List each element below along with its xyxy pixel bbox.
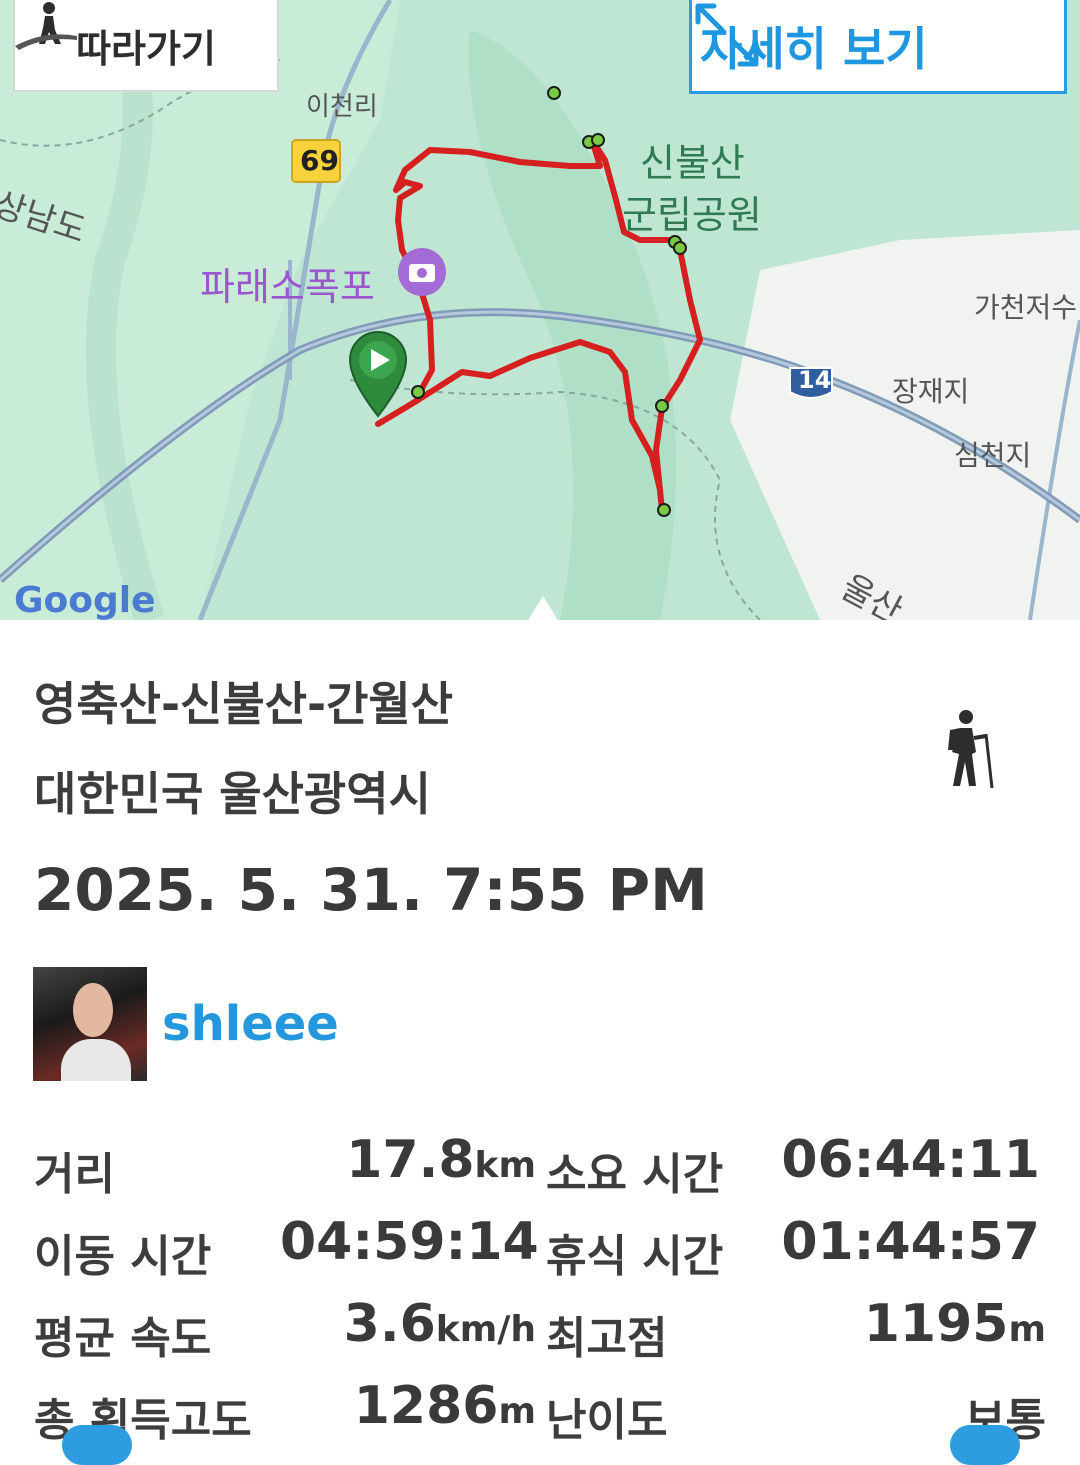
map-view[interactable]: 이천리 69 신불산 군립공원 파래소폭포 가천저수 14 장재지 심천지 상남…: [0, 0, 1080, 620]
track-title: 영축산-신불산-간월산: [34, 677, 454, 731]
google-logo: Google: [14, 580, 156, 620]
elevation-gain-unit: m: [498, 1391, 536, 1432]
duration-label: 소요 시간: [546, 1149, 724, 1200]
username-link[interactable]: shleee: [162, 996, 339, 1052]
label-park-2: 군립공원: [622, 193, 762, 237]
expand-icon: [695, 3, 759, 67]
label-park: 신불산: [640, 141, 745, 185]
moving-time-label: 이동 시간: [34, 1231, 212, 1282]
peak-unit: m: [1008, 1309, 1046, 1350]
detail-view-button[interactable]: 자세히 보기: [689, 0, 1067, 94]
avg-speed-label: 평균 속도: [34, 1313, 212, 1364]
label-waterfall: 파래소폭포: [200, 265, 375, 309]
peak-number: 1195: [863, 1294, 1009, 1354]
distance-number: 17.8: [346, 1130, 475, 1190]
hiker-follow-icon: [15, 2, 77, 50]
follow-label: 따라가기: [76, 26, 216, 71]
route-14-label: 14: [798, 366, 832, 394]
map-pointer: [527, 596, 559, 622]
user-avatar[interactable]: [33, 967, 147, 1081]
avg-speed-number: 3.6: [343, 1294, 436, 1354]
difficulty-label: 난이도: [546, 1395, 668, 1446]
elevation-gain-value: 1286m: [300, 1376, 536, 1436]
moving-time-value: 04:59:14: [280, 1212, 539, 1272]
floating-button-left[interactable]: [62, 1425, 132, 1465]
distance-unit: km: [474, 1145, 536, 1186]
label-simcheon: 심천지: [954, 439, 1032, 472]
distance-value: 17.8km: [300, 1130, 536, 1190]
follow-button[interactable]: 따라가기: [13, 0, 279, 92]
floating-button-right[interactable]: [950, 1425, 1020, 1465]
avg-speed-unit: km/h: [435, 1309, 536, 1350]
label-jangjae: 장재지: [892, 375, 970, 408]
label-gacheon: 가천저수: [974, 291, 1078, 324]
rest-time-label: 휴식 시간: [546, 1231, 724, 1282]
route-69-label: 69: [300, 144, 339, 177]
hiking-icon: [948, 710, 994, 789]
peak-label: 최고점: [546, 1313, 668, 1364]
avg-speed-value: 3.6km/h: [300, 1294, 536, 1354]
label-icheonri: 이천리: [306, 92, 378, 122]
peak-value: 1195m: [760, 1294, 1046, 1354]
elevation-gain-number: 1286: [353, 1376, 499, 1436]
duration-value: 06:44:11: [781, 1130, 1040, 1190]
track-location: 대한민국 울산광역시: [34, 767, 431, 821]
distance-label: 거리: [34, 1149, 115, 1200]
track-datetime: 2025. 5. 31. 7:55 PM: [34, 856, 708, 924]
rest-time-value: 01:44:57: [781, 1212, 1040, 1272]
